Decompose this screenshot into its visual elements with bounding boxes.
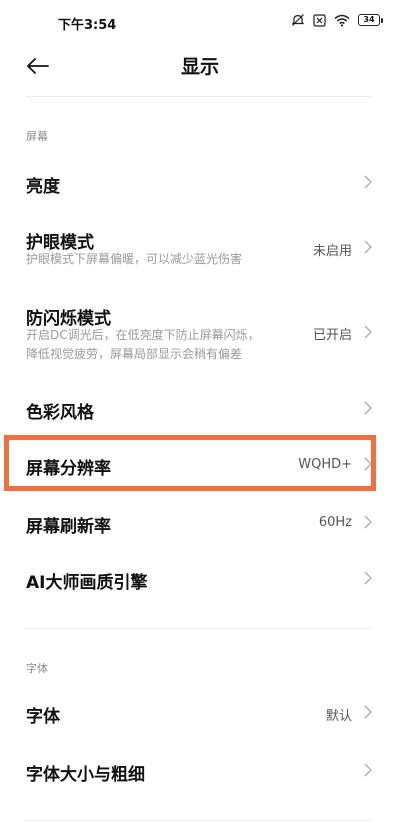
row-value: 60Hz [318, 515, 352, 530]
divider [26, 628, 372, 629]
row-title: 色彩风格 [26, 403, 94, 423]
mute-icon [291, 13, 305, 27]
row-title: AI大师画质引擎 [26, 573, 148, 593]
row-subtitle-line1: 开启DC调光后，在低亮度下防止屏幕闪烁， [26, 328, 260, 342]
row-anti-flicker[interactable]: 防闪烁模式 开启DC调光后，在低亮度下防止屏幕闪烁， 降低视觉疲劳，屏幕局部显示… [0, 294, 400, 374]
chevron-right-icon [362, 704, 374, 720]
chevron-right-icon [362, 174, 374, 190]
page-title: 显示 [180, 56, 219, 78]
row-resolution[interactable]: 屏幕分辨率 WQHD+ [0, 440, 400, 488]
row-font-size-weight[interactable]: 字体大小与粗细 [0, 748, 400, 796]
row-title: 屏幕分辨率 [26, 459, 111, 479]
row-title: 屏幕刷新率 [26, 517, 111, 537]
chevron-right-icon [362, 456, 374, 472]
row-color-style[interactable]: 色彩风格 [0, 386, 400, 434]
section-title-screen: 屏幕 [26, 130, 48, 143]
header: 显示 [0, 44, 400, 88]
row-value: 未启用 [312, 244, 352, 259]
wifi-icon [334, 14, 350, 27]
row-brightness[interactable]: 亮度 [0, 158, 400, 206]
chevron-right-icon [362, 762, 374, 778]
row-subtitle-line2: 降低视觉疲劳，屏幕局部显示会稍有偏差 [26, 347, 243, 361]
row-title: 字体 [26, 707, 60, 727]
divider [26, 96, 372, 97]
battery-level: 34 [363, 15, 375, 24]
chevron-right-icon [362, 324, 374, 340]
battery-icon: 34 [358, 14, 383, 26]
section-title-font: 字体 [26, 662, 48, 675]
row-eye-care[interactable]: 护眼模式 护眼模式下屏幕偏暖，可以减少蓝光伤害 未启用 [0, 218, 400, 280]
chevron-right-icon [362, 514, 374, 530]
status-time: 下午3:54 [58, 18, 117, 33]
divider [26, 820, 372, 821]
row-subtitle: 护眼模式下屏幕偏暖，可以减少蓝光伤害 [26, 252, 243, 266]
status-icons: 34 [291, 13, 383, 27]
row-title: 亮度 [26, 177, 60, 197]
chevron-right-icon [362, 400, 374, 416]
chevron-right-icon [362, 239, 374, 255]
row-title: 字体大小与粗细 [26, 765, 145, 785]
row-value: 已开启 [312, 328, 352, 343]
row-refresh-rate[interactable]: 屏幕刷新率 60Hz [0, 498, 400, 546]
chevron-right-icon [362, 570, 374, 586]
row-value: WQHD+ [298, 457, 352, 472]
row-value: 默认 [325, 709, 352, 724]
sim-off-icon [313, 13, 326, 27]
status-bar: 下午3:54 34 [0, 0, 400, 44]
row-ai-engine[interactable]: AI大师画质引擎 [0, 556, 400, 604]
row-font[interactable]: 字体 默认 [0, 690, 400, 738]
